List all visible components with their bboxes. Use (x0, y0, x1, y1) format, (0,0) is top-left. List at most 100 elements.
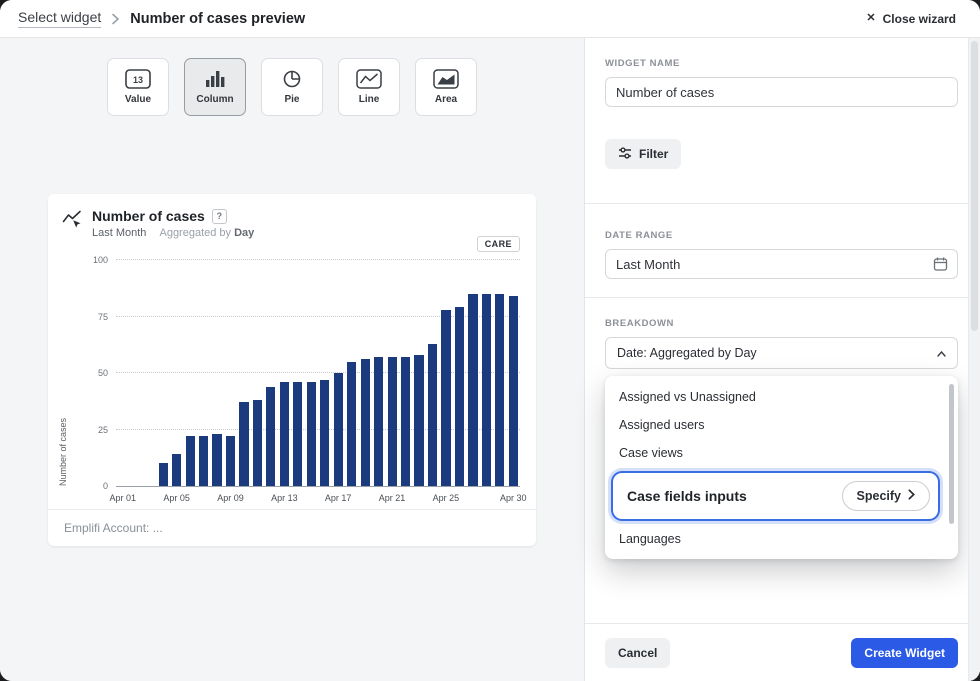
calendar-icon[interactable] (933, 257, 948, 272)
breakdown-label: BREAKDOWN (605, 318, 958, 329)
bar-slot (264, 260, 277, 486)
widget-type-column[interactable]: Column (184, 58, 246, 116)
bar-apr-24[interactable] (428, 344, 437, 486)
date-range-input[interactable] (605, 249, 958, 279)
dropdown-scrollbar[interactable] (949, 384, 954, 524)
column-icon (204, 69, 226, 89)
pie-icon (282, 69, 302, 89)
date-range-field (605, 249, 958, 279)
bar-apr-17[interactable] (334, 373, 343, 486)
chart-card-header: Number of cases ? Last Month Aggregated … (48, 194, 536, 239)
create-widget-button[interactable]: Create Widget (851, 638, 958, 668)
caret-up-icon (937, 346, 946, 360)
breakdown-option-case-views[interactable]: Case views (605, 439, 958, 467)
bar-slot (345, 260, 358, 486)
breadcrumb-select-widget[interactable]: Select widget (18, 9, 101, 28)
x-tick-label: Apr 01 (109, 493, 136, 503)
bar-apr-26[interactable] (455, 307, 464, 486)
bar-apr-09[interactable] (226, 436, 235, 486)
settings-panel: WIDGET NAME Filter DATE RANGE BREAKDOWN … (585, 38, 980, 681)
widget-type-label: Line (359, 94, 380, 105)
bar-slot (197, 260, 210, 486)
breakdown-option-assigned-vs-unassigned[interactable]: Assigned vs Unassigned (605, 383, 958, 411)
breakdown-select-value: Date: Aggregated by Day (617, 346, 757, 360)
x-tick-label: Apr 25 (433, 493, 460, 503)
bar-slot (453, 260, 466, 486)
bar-apr-23[interactable] (414, 355, 423, 486)
bar-apr-20[interactable] (374, 357, 383, 486)
close-wizard-button[interactable]: ✕ Close wizard (860, 11, 962, 27)
bar-apr-14[interactable] (293, 382, 302, 486)
section-divider (585, 203, 980, 204)
widget-type-label: Column (196, 94, 233, 105)
y-tick-label: 50 (68, 368, 108, 378)
bar-apr-07[interactable] (199, 436, 208, 486)
x-tick-label: Apr 17 (325, 493, 352, 503)
bar-apr-25[interactable] (441, 310, 450, 486)
area-icon (433, 69, 459, 89)
widget-wizard-window: Select widget Number of cases preview ✕ … (0, 0, 980, 681)
bar-apr-28[interactable] (482, 294, 491, 486)
breakdown-option-case-fields-inputs[interactable]: Case fields inputs Specify (613, 473, 938, 519)
widget-name-input[interactable] (605, 77, 958, 107)
bar-apr-22[interactable] (401, 357, 410, 486)
bar-apr-21[interactable] (388, 357, 397, 486)
bar-slot (318, 260, 331, 486)
bar-slot (116, 260, 129, 486)
bar-apr-08[interactable] (212, 434, 221, 486)
bar-apr-11[interactable] (253, 400, 262, 486)
x-tick-label: Apr 13 (271, 493, 298, 503)
bar-slot (372, 260, 385, 486)
widget-type-area[interactable]: Area (415, 58, 477, 116)
bar-apr-18[interactable] (347, 362, 356, 486)
chart-plot: 0255075100Apr 01Apr 05Apr 09Apr 13Apr 17… (116, 260, 520, 487)
y-tick-label: 25 (68, 425, 108, 435)
chart-aggregation: Aggregated by Day (159, 227, 254, 239)
bar-slot (305, 260, 318, 486)
cancel-button[interactable]: Cancel (605, 638, 670, 668)
section-divider (585, 297, 980, 298)
widget-type-pie[interactable]: Pie (261, 58, 323, 116)
bar-apr-29[interactable] (495, 294, 504, 486)
window-scrollbar-thumb[interactable] (971, 41, 978, 331)
bar-apr-12[interactable] (266, 387, 275, 486)
legend-care-badge[interactable]: CARE (477, 236, 520, 252)
bar-slot (278, 260, 291, 486)
y-axis-title: Number of cases (58, 260, 68, 486)
breakdown-dropdown: Assigned vs UnassignedAssigned usersCase… (605, 376, 958, 559)
bar-apr-27[interactable] (468, 294, 477, 486)
bar-slot (170, 260, 183, 486)
wizard-footer: Cancel Create Widget (585, 623, 980, 681)
breakdown-option-languages[interactable]: Languages (605, 525, 958, 553)
chart-preview-card: Number of cases ? Last Month Aggregated … (48, 194, 536, 546)
bar-slot (210, 260, 223, 486)
bar-slot (439, 260, 452, 486)
breakdown-select[interactable]: Date: Aggregated by Day (605, 337, 958, 369)
bar-slot (183, 260, 196, 486)
chevron-right-icon (908, 489, 915, 503)
bar-apr-04[interactable] (159, 463, 168, 486)
bar-apr-30[interactable] (509, 296, 518, 486)
wizard-header: Select widget Number of cases preview ✕ … (0, 0, 980, 38)
date-range-label: DATE RANGE (605, 230, 958, 241)
filter-button[interactable]: Filter (605, 139, 681, 169)
line-icon (356, 69, 382, 89)
window-scrollbar[interactable] (968, 38, 980, 681)
help-icon[interactable]: ? (212, 209, 227, 224)
bar-slot (332, 260, 345, 486)
bar-apr-15[interactable] (307, 382, 316, 486)
bar-apr-05[interactable] (172, 454, 181, 486)
specify-button[interactable]: Specify (842, 481, 930, 511)
bar-apr-13[interactable] (280, 382, 289, 486)
bar-apr-16[interactable] (320, 380, 329, 486)
widget-type-value[interactable]: 13Value (107, 58, 169, 116)
bar-apr-19[interactable] (361, 359, 370, 486)
widget-type-line[interactable]: Line (338, 58, 400, 116)
bar-slot (412, 260, 425, 486)
bar-apr-06[interactable] (186, 436, 195, 486)
bar-apr-10[interactable] (239, 402, 248, 486)
breakdown-option-assigned-users[interactable]: Assigned users (605, 411, 958, 439)
chart-cursor-icon (61, 208, 83, 239)
bar-slot (480, 260, 493, 486)
breakdown-options-before: Assigned vs UnassignedAssigned usersCase… (605, 383, 958, 467)
